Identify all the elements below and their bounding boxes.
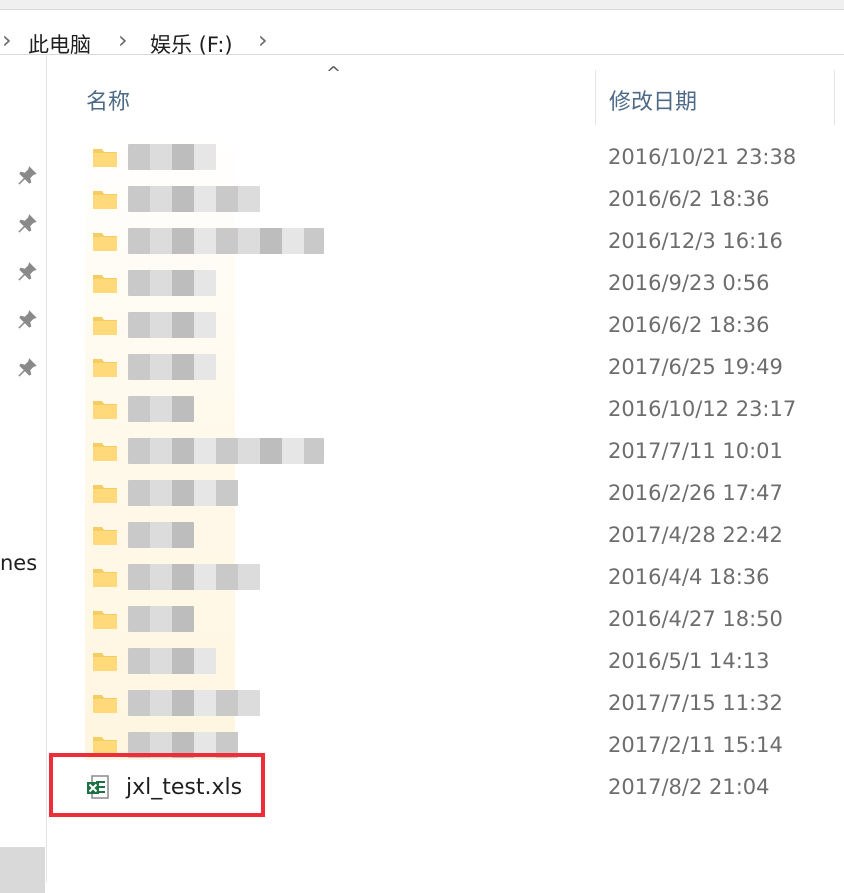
folder-row[interactable]: 2016/12/3 16:16 bbox=[64, 220, 844, 262]
chevron-right-icon[interactable]: › bbox=[118, 26, 128, 54]
folder-date: 2017/2/11 15:14 bbox=[608, 733, 783, 757]
chevron-right-icon[interactable]: › bbox=[2, 26, 12, 54]
pixelated-folder-name bbox=[128, 396, 194, 422]
folder-icon bbox=[93, 275, 117, 293]
folder-row[interactable]: 2016/10/21 23:38 bbox=[64, 136, 844, 178]
column-header-date-modified[interactable]: 修改日期 bbox=[609, 84, 697, 116]
chevron-right-icon[interactable]: › bbox=[258, 26, 268, 54]
pin-icon[interactable] bbox=[14, 211, 40, 237]
pin-icon[interactable] bbox=[14, 307, 40, 333]
folder-date: 2016/2/26 17:47 bbox=[608, 481, 783, 505]
window-edge bbox=[0, 0, 844, 10]
pin-icon[interactable] bbox=[14, 259, 40, 285]
column-header-name[interactable]: 名称 bbox=[86, 84, 130, 116]
folder-icon bbox=[93, 485, 117, 503]
pixelated-folder-name bbox=[128, 564, 260, 590]
folder-date: 2016/6/2 18:36 bbox=[608, 313, 770, 337]
folder-icon bbox=[93, 233, 117, 251]
folder-date: 2016/10/12 23:17 bbox=[608, 397, 797, 421]
folder-row[interactable]: 2016/10/12 23:17 bbox=[64, 388, 844, 430]
pixelated-folder-name bbox=[128, 354, 216, 380]
title-bar: › 此电脑 › 娱乐 (F:) › bbox=[0, 0, 844, 57]
pixelated-folder-name bbox=[128, 438, 324, 464]
folder-date: 2016/4/27 18:50 bbox=[608, 607, 783, 631]
pixelated-folder-name bbox=[128, 186, 260, 212]
folder-icon bbox=[93, 359, 117, 377]
pixelated-folder-name bbox=[128, 648, 216, 674]
pin-icon[interactable] bbox=[14, 355, 40, 381]
pixelated-folder-name bbox=[128, 690, 260, 716]
folder-icon bbox=[93, 695, 117, 713]
sort-ascending-icon[interactable]: ^ bbox=[326, 63, 341, 84]
folder-date: 2016/9/23 0:56 bbox=[608, 271, 770, 295]
breadcrumb-drive-f[interactable]: 娱乐 (F:) bbox=[150, 29, 233, 59]
folder-row[interactable]: 2017/4/28 22:42 bbox=[64, 514, 844, 556]
folder-row[interactable]: 2016/9/23 0:56 bbox=[64, 262, 844, 304]
folder-date: 2016/5/1 14:13 bbox=[608, 649, 770, 673]
pixelated-folder-name bbox=[128, 480, 238, 506]
folder-date: 2017/6/25 19:49 bbox=[608, 355, 783, 379]
folder-date: 2016/6/2 18:36 bbox=[608, 187, 770, 211]
folder-row[interactable]: 2016/4/27 18:50 bbox=[64, 598, 844, 640]
folder-icon bbox=[93, 401, 117, 419]
folder-date: 2017/7/15 11:32 bbox=[608, 691, 783, 715]
folder-row[interactable]: 2016/2/26 17:47 bbox=[64, 472, 844, 514]
folder-date: 2017/4/28 22:42 bbox=[608, 523, 783, 547]
pixelated-folder-name bbox=[128, 522, 194, 548]
folder-icon bbox=[93, 653, 117, 671]
folder-row[interactable]: 2016/6/2 18:36 bbox=[64, 178, 844, 220]
folder-icon bbox=[93, 611, 117, 629]
folder-date: 2016/10/21 23:38 bbox=[608, 145, 797, 169]
pixelated-folder-name bbox=[128, 606, 194, 632]
folder-row[interactable]: 2017/7/11 10:01 bbox=[64, 430, 844, 472]
folder-icon bbox=[93, 317, 117, 335]
nav-item-label[interactable]: nes bbox=[0, 551, 37, 575]
pixelated-folder-name bbox=[128, 144, 216, 170]
navigation-pane: nes bbox=[0, 55, 47, 893]
folder-icon bbox=[93, 527, 117, 545]
folder-row[interactable]: 2017/6/25 19:49 bbox=[64, 346, 844, 388]
folder-date: 2017/7/11 10:01 bbox=[608, 439, 783, 463]
folder-icon bbox=[93, 569, 117, 587]
folder-icon bbox=[93, 443, 117, 461]
folder-icon bbox=[93, 149, 117, 167]
folder-row[interactable]: 2017/7/15 11:32 bbox=[64, 682, 844, 724]
address-bar[interactable]: › 此电脑 › 娱乐 (F:) › bbox=[0, 10, 844, 57]
column-divider[interactable] bbox=[834, 70, 835, 125]
column-divider[interactable] bbox=[595, 70, 596, 125]
folder-row[interactable]: 2016/6/2 18:36 bbox=[64, 304, 844, 346]
pin-icon[interactable] bbox=[14, 163, 40, 189]
pixelated-folder-name bbox=[128, 312, 216, 338]
file-date: 2017/8/2 21:04 bbox=[608, 775, 770, 799]
folder-icon bbox=[93, 191, 117, 209]
folder-row[interactable]: 2016/4/4 18:36 bbox=[64, 556, 844, 598]
folder-row[interactable]: 2016/5/1 14:13 bbox=[64, 640, 844, 682]
folder-date: 2016/12/3 16:16 bbox=[608, 229, 783, 253]
nav-item-selected[interactable] bbox=[0, 847, 45, 893]
pixelated-folder-name bbox=[128, 228, 324, 254]
highlight-box bbox=[49, 753, 265, 817]
pixelated-folder-name bbox=[128, 270, 216, 296]
folder-date: 2016/4/4 18:36 bbox=[608, 565, 770, 589]
